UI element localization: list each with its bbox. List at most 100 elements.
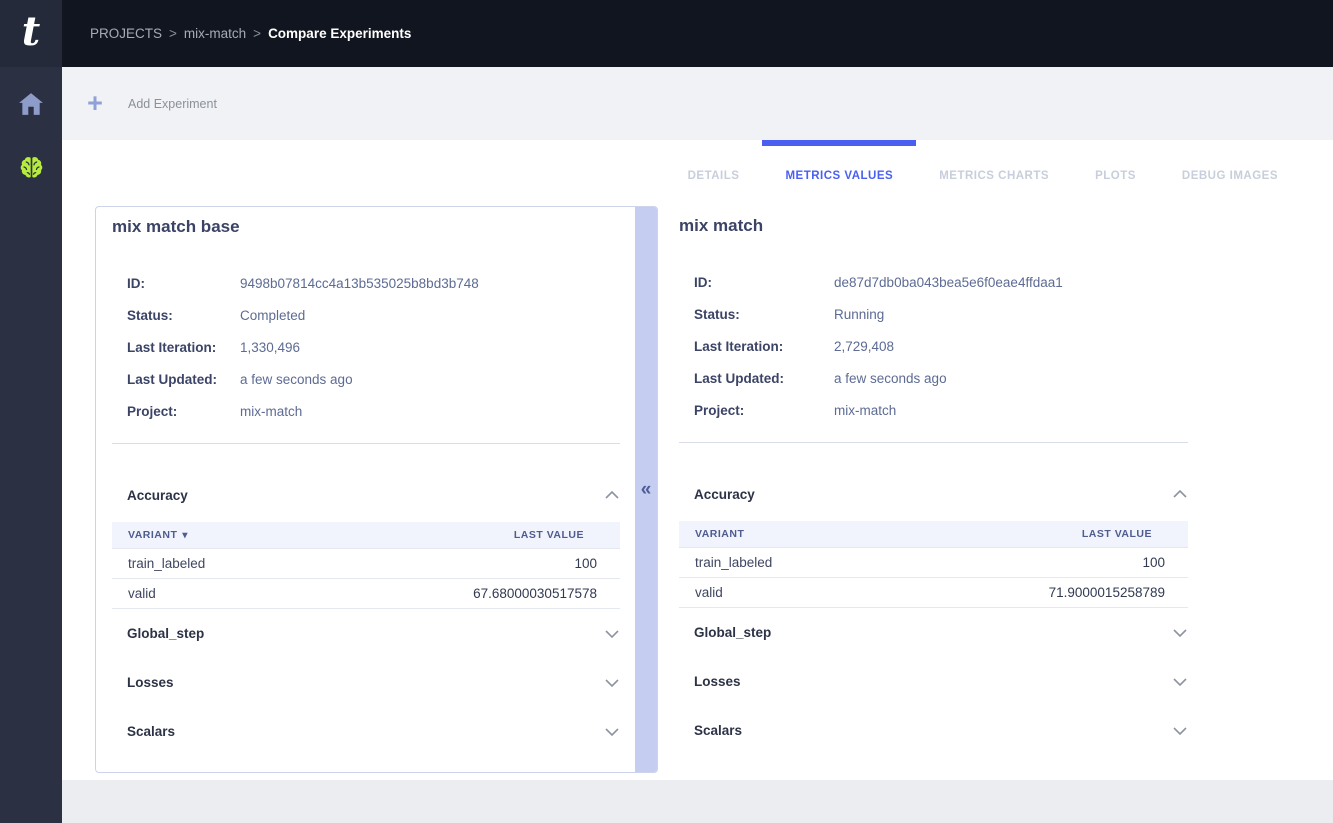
last-value-cell: 67.68000030517578 bbox=[473, 586, 620, 601]
experiment-card-compared: mix match ID: de87d7db0ba043bea5e6f0eae4… bbox=[663, 206, 1203, 773]
section-label: Accuracy bbox=[127, 488, 188, 503]
section-label: Scalars bbox=[694, 723, 742, 738]
app-root: t PROJECTS > mix-match > Compare Experim… bbox=[0, 0, 1333, 823]
detail-row-project: Project: mix-match bbox=[694, 394, 1188, 426]
detail-label: Last Iteration: bbox=[694, 339, 834, 354]
chevron-down-icon bbox=[1172, 726, 1188, 736]
detail-row-last-iteration: Last Iteration: 1,330,496 bbox=[127, 331, 620, 363]
breadcrumb-separator: > bbox=[169, 26, 177, 41]
breadcrumb-current-page: Compare Experiments bbox=[268, 26, 411, 41]
page-background bbox=[62, 780, 1333, 823]
section-global-step[interactable]: Global_step bbox=[694, 608, 1188, 657]
app-logo[interactable]: t bbox=[0, 0, 62, 67]
section-divider bbox=[112, 443, 620, 444]
last-value-cell: 100 bbox=[574, 556, 620, 571]
table-row: valid 71.9000015258789 bbox=[679, 578, 1188, 608]
status-value: Running bbox=[834, 307, 884, 322]
section-label: Global_step bbox=[127, 626, 204, 641]
column-label: VARIANT bbox=[128, 529, 177, 541]
section-global-step[interactable]: Global_step bbox=[127, 609, 620, 658]
brain-icon bbox=[18, 155, 45, 181]
detail-label: Last Updated: bbox=[694, 371, 834, 386]
tab-details[interactable]: DETAILS bbox=[665, 140, 763, 196]
main-area: + Add Experiment DETAILS METRICS VALUES … bbox=[62, 67, 1333, 823]
collapse-left-icon: « bbox=[641, 480, 652, 499]
detail-label: Status: bbox=[694, 307, 834, 322]
table-row: train_labeled 100 bbox=[679, 548, 1188, 578]
detail-value: a few seconds ago bbox=[834, 371, 947, 386]
detail-label: Status: bbox=[127, 308, 240, 323]
variant-cell: train_labeled bbox=[112, 556, 205, 571]
metrics-table-header: VARIANT LAST VALUE bbox=[679, 521, 1188, 548]
column-header-variant[interactable]: VARIANT bbox=[679, 528, 744, 540]
topbar-breadcrumb-area: PROJECTS > mix-match > Compare Experimen… bbox=[62, 0, 1333, 67]
variant-cell: train_labeled bbox=[679, 555, 772, 570]
column-header-last-value: LAST VALUE bbox=[514, 529, 620, 541]
last-value-cell: 71.9000015258789 bbox=[1049, 585, 1188, 600]
section-divider bbox=[679, 442, 1188, 443]
section-label: Losses bbox=[127, 675, 174, 690]
add-experiment-toolbar: + Add Experiment bbox=[62, 67, 1333, 140]
table-row: train_labeled 100 bbox=[112, 549, 620, 579]
detail-row-last-updated: Last Updated: a few seconds ago bbox=[127, 363, 620, 395]
chevron-down-icon bbox=[604, 727, 620, 737]
tab-metrics-charts[interactable]: METRICS CHARTS bbox=[916, 140, 1072, 196]
tab-metrics-values[interactable]: METRICS VALUES bbox=[762, 140, 916, 196]
chevron-down-icon bbox=[604, 678, 620, 688]
breadcrumb-separator: > bbox=[253, 26, 261, 41]
section-label: Losses bbox=[694, 674, 741, 689]
detail-label: ID: bbox=[127, 276, 240, 291]
detail-value: 1,330,496 bbox=[240, 340, 300, 355]
detail-row-last-updated: Last Updated: a few seconds ago bbox=[694, 362, 1188, 394]
add-experiment-button[interactable]: + Add Experiment bbox=[85, 90, 217, 117]
column-header-variant[interactable]: VARIANT ▾ bbox=[112, 529, 188, 541]
detail-row-last-iteration: Last Iteration: 2,729,408 bbox=[694, 330, 1188, 362]
detail-value: mix-match bbox=[240, 404, 302, 419]
variant-cell: valid bbox=[679, 585, 723, 600]
variant-cell: valid bbox=[112, 586, 156, 601]
section-accuracy[interactable]: Accuracy bbox=[127, 482, 620, 508]
sort-descending-icon: ▾ bbox=[182, 530, 188, 541]
section-label: Accuracy bbox=[694, 487, 755, 502]
tab-bar: DETAILS METRICS VALUES METRICS CHARTS PL… bbox=[62, 140, 1333, 196]
detail-value: a few seconds ago bbox=[240, 372, 353, 387]
tab-debug-images[interactable]: DEBUG IMAGES bbox=[1159, 140, 1301, 196]
status-value: Completed bbox=[240, 308, 305, 323]
compare-content: DETAILS METRICS VALUES METRICS CHARTS PL… bbox=[62, 140, 1333, 780]
breadcrumb-projects[interactable]: PROJECTS bbox=[90, 26, 162, 41]
collapse-splitter[interactable]: « bbox=[635, 207, 657, 772]
chevron-down-icon bbox=[1172, 628, 1188, 638]
detail-row-status: Status: Completed bbox=[127, 299, 620, 331]
table-row: valid 67.68000030517578 bbox=[112, 579, 620, 609]
home-icon bbox=[18, 92, 44, 116]
detail-label: Last Iteration: bbox=[127, 340, 240, 355]
detail-value: 2,729,408 bbox=[834, 339, 894, 354]
section-scalars[interactable]: Scalars bbox=[127, 707, 620, 756]
detail-label: Project: bbox=[694, 403, 834, 418]
experiment-title: mix match bbox=[679, 215, 1188, 236]
detail-row-id: ID: de87d7db0ba043bea5e6f0eae4ffdaa1 bbox=[694, 266, 1188, 298]
topbar: t PROJECTS > mix-match > Compare Experim… bbox=[0, 0, 1333, 67]
tab-plots[interactable]: PLOTS bbox=[1072, 140, 1159, 196]
metrics-table-header: VARIANT ▾ LAST VALUE bbox=[112, 522, 620, 549]
detail-value: mix-match bbox=[834, 403, 896, 418]
detail-row-project: Project: mix-match bbox=[127, 395, 620, 427]
detail-label: Project: bbox=[127, 404, 240, 419]
chevron-up-icon bbox=[1172, 489, 1188, 499]
last-value-cell: 100 bbox=[1142, 555, 1188, 570]
section-losses[interactable]: Losses bbox=[127, 658, 620, 707]
chevron-down-icon bbox=[1172, 677, 1188, 687]
sidebar-item-home[interactable] bbox=[14, 87, 48, 121]
detail-label: ID: bbox=[694, 275, 834, 290]
section-label: Scalars bbox=[127, 724, 175, 739]
section-losses[interactable]: Losses bbox=[694, 657, 1188, 706]
sidebar bbox=[0, 67, 62, 823]
sidebar-item-projects[interactable] bbox=[14, 151, 48, 185]
chevron-up-icon bbox=[604, 490, 620, 500]
experiment-card-base: mix match base ID: 9498b07814cc4a13b5350… bbox=[95, 206, 658, 773]
breadcrumb-project-mix-match[interactable]: mix-match bbox=[184, 26, 246, 41]
section-accuracy[interactable]: Accuracy bbox=[694, 481, 1188, 507]
breadcrumb: PROJECTS > mix-match > Compare Experimen… bbox=[90, 26, 411, 41]
detail-label: Last Updated: bbox=[127, 372, 240, 387]
section-scalars[interactable]: Scalars bbox=[694, 706, 1188, 755]
